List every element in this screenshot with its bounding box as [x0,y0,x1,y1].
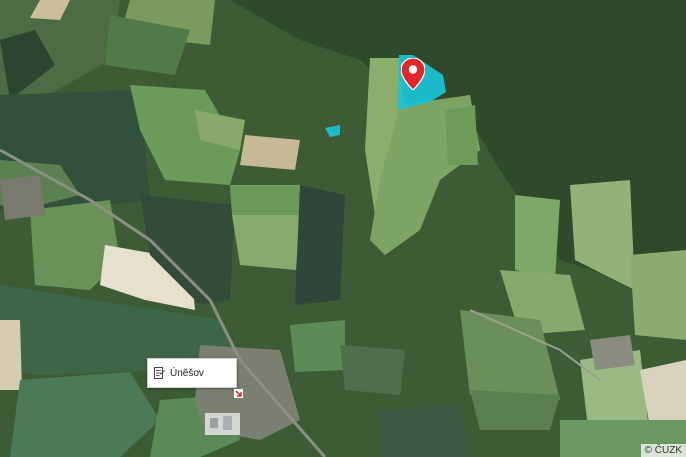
place-label-box[interactable]: Úněšov [147,358,237,388]
map-attribution: © ČUZK [640,444,686,457]
aerial-imagery [0,0,686,457]
place-label: Úněšov [170,367,204,379]
document-icon [154,367,165,379]
map-view[interactable]: Úněšov © ČUZK [0,0,686,457]
location-pin-icon[interactable] [401,58,425,90]
town-marker-icon[interactable] [234,389,243,398]
